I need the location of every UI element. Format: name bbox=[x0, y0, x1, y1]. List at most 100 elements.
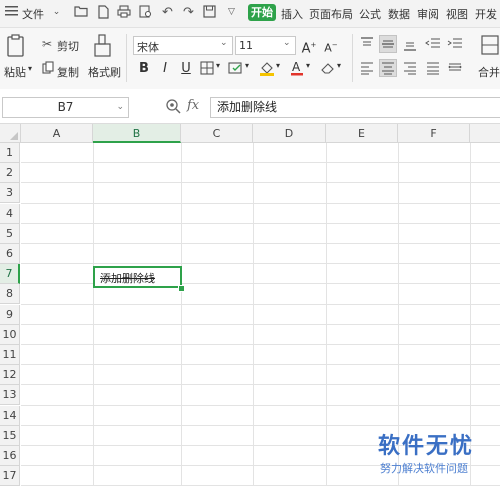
column-header-c[interactable]: C bbox=[181, 124, 253, 143]
zoom-lookup-icon[interactable] bbox=[165, 98, 181, 117]
row-header-17[interactable]: 17 bbox=[0, 466, 20, 486]
align-center-icon[interactable] bbox=[379, 59, 397, 77]
font-size-value: 11 bbox=[239, 39, 253, 52]
chevron-down-icon[interactable]: ▽ bbox=[224, 5, 239, 20]
row-header-13[interactable]: 13 bbox=[0, 385, 20, 405]
column-header-g[interactable] bbox=[470, 124, 500, 143]
tab-formulas[interactable]: 公式 bbox=[359, 6, 381, 22]
justify-icon[interactable] bbox=[424, 59, 442, 77]
tab-view[interactable]: 视图 bbox=[446, 6, 468, 22]
chevron-down-icon[interactable]: ▾ bbox=[28, 64, 32, 73]
row-header-6[interactable]: 6 bbox=[0, 244, 20, 264]
formula-input[interactable]: 添加删除线 bbox=[210, 97, 500, 118]
file-menu[interactable]: 文件 bbox=[22, 6, 44, 22]
underline-icon[interactable]: U bbox=[177, 60, 195, 78]
chevron-down-icon[interactable]: ⌄ bbox=[49, 5, 64, 20]
font-name-select[interactable]: 宋体 ⌄ bbox=[133, 36, 233, 55]
cut-button[interactable]: 剪切 bbox=[57, 38, 79, 54]
column-header-f[interactable]: F bbox=[398, 124, 470, 143]
align-bottom-icon[interactable] bbox=[401, 35, 419, 53]
increase-indent-icon[interactable] bbox=[446, 35, 464, 53]
row-header-2[interactable]: 2 bbox=[0, 163, 20, 183]
bold-icon[interactable]: B bbox=[135, 60, 153, 78]
chevron-down-icon: ⌄ bbox=[220, 38, 228, 48]
row-header-5[interactable]: 5 bbox=[0, 224, 20, 244]
hamburger-menu-icon[interactable] bbox=[4, 5, 19, 20]
new-doc-icon[interactable] bbox=[95, 5, 110, 20]
row-header-12[interactable]: 12 bbox=[0, 365, 20, 385]
align-top-icon[interactable] bbox=[358, 35, 376, 53]
chevron-down-icon[interactable]: ▾ bbox=[216, 61, 220, 70]
svg-text:A: A bbox=[292, 60, 301, 74]
merge-center-button[interactable]: 合并 bbox=[478, 64, 500, 80]
col-gridline bbox=[253, 143, 254, 486]
italic-icon[interactable]: I bbox=[156, 60, 174, 78]
tab-developer[interactable]: 开发 bbox=[475, 6, 497, 22]
tab-insert[interactable]: 插入 bbox=[281, 6, 303, 22]
copy-button[interactable]: 复制 bbox=[57, 64, 79, 80]
menu-bar: 文件 ⌄ ↶ ↷ ▽ 开始 插入 页面布局 公式 数据 审阅 视图 开发 bbox=[0, 0, 500, 28]
decrease-font-size-icon[interactable]: A− bbox=[322, 36, 340, 55]
fx-icon[interactable]: fx bbox=[187, 98, 199, 113]
paste-icon[interactable] bbox=[6, 34, 26, 61]
scissors-icon[interactable]: ✂ bbox=[42, 37, 52, 51]
align-left-icon[interactable] bbox=[358, 59, 376, 77]
paste-button[interactable]: 粘贴 bbox=[4, 64, 26, 80]
tab-data[interactable]: 数据 bbox=[388, 6, 410, 22]
format-painter-button[interactable]: 格式刷 bbox=[88, 64, 121, 80]
row-header-1[interactable]: 1 bbox=[0, 143, 20, 163]
col-gridline bbox=[181, 143, 182, 486]
align-right-icon[interactable] bbox=[401, 59, 419, 77]
chevron-down-icon[interactable]: ▾ bbox=[276, 61, 280, 70]
copy-icon[interactable] bbox=[42, 61, 54, 77]
tab-start[interactable]: 开始 bbox=[248, 4, 276, 21]
watermark-title: 软件无忧 bbox=[378, 434, 475, 459]
active-cell-b7[interactable]: 添加删除线 bbox=[93, 266, 182, 288]
font-size-select[interactable]: 11 ⌄ bbox=[235, 36, 296, 55]
font-color-icon[interactable]: A bbox=[290, 60, 304, 79]
chevron-down-icon[interactable]: ▾ bbox=[337, 61, 341, 70]
tab-page-layout[interactable]: 页面布局 bbox=[309, 6, 353, 22]
row-header-15[interactable]: 15 bbox=[0, 426, 20, 446]
row-header-9[interactable]: 9 bbox=[0, 305, 20, 325]
save-icon[interactable] bbox=[202, 5, 217, 20]
chevron-down-icon[interactable]: ▾ bbox=[306, 61, 310, 70]
merge-cells-icon[interactable] bbox=[481, 34, 499, 59]
row-header-14[interactable]: 14 bbox=[0, 406, 20, 426]
print-preview-icon[interactable] bbox=[138, 5, 153, 20]
row-header-11[interactable]: 11 bbox=[0, 345, 20, 365]
align-middle-icon[interactable] bbox=[379, 35, 397, 53]
format-painter-icon[interactable] bbox=[93, 34, 113, 61]
tab-review[interactable]: 审阅 bbox=[417, 6, 439, 22]
chevron-down-icon[interactable]: ▾ bbox=[245, 61, 249, 70]
fill-color-icon[interactable] bbox=[259, 61, 275, 79]
cell-text: 添加删除线 bbox=[100, 272, 155, 285]
distributed-align-icon[interactable] bbox=[446, 59, 464, 77]
column-header-a[interactable]: A bbox=[21, 124, 93, 143]
increase-font-size-icon[interactable]: A+ bbox=[300, 36, 318, 56]
row-header-10[interactable]: 10 bbox=[0, 325, 20, 345]
row-header-7[interactable]: 7 bbox=[0, 264, 20, 284]
open-folder-icon[interactable] bbox=[73, 5, 88, 20]
select-all-corner[interactable] bbox=[0, 124, 21, 143]
column-header-b[interactable]: B bbox=[93, 124, 181, 143]
column-header-e[interactable]: E bbox=[326, 124, 398, 143]
chevron-down-icon[interactable]: ⌄ bbox=[116, 98, 124, 117]
row-header-4[interactable]: 4 bbox=[0, 204, 20, 224]
watermark-subtitle: 努力解决软件问题 bbox=[380, 462, 468, 475]
formula-content: 添加删除线 bbox=[217, 100, 278, 114]
decrease-indent-icon[interactable] bbox=[424, 35, 442, 53]
row-header-3[interactable]: 3 bbox=[0, 183, 20, 203]
border-icon[interactable] bbox=[200, 61, 214, 78]
row-header-8[interactable]: 8 bbox=[0, 284, 20, 304]
row-header-16[interactable]: 16 bbox=[0, 446, 20, 466]
name-box[interactable]: B7 ⌄ bbox=[2, 97, 129, 118]
print-icon[interactable] bbox=[116, 5, 131, 20]
redo-icon[interactable]: ↷ bbox=[181, 5, 196, 20]
cell-reference: B7 bbox=[57, 100, 74, 114]
cell-style-icon[interactable] bbox=[228, 61, 244, 78]
column-header-d[interactable]: D bbox=[253, 124, 326, 143]
fill-handle[interactable] bbox=[178, 285, 185, 292]
undo-icon[interactable]: ↶ bbox=[160, 5, 175, 20]
clear-format-icon[interactable] bbox=[320, 61, 335, 78]
